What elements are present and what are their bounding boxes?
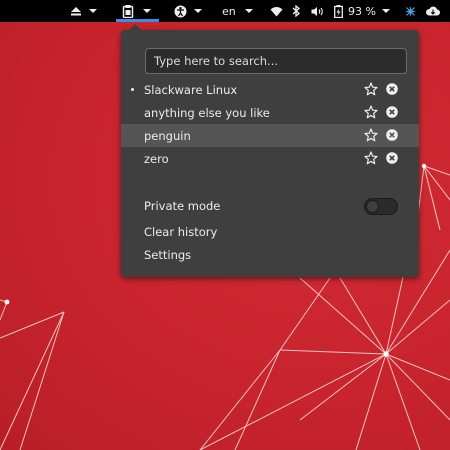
history-item[interactable]: Slackware Linux — [121, 78, 419, 101]
close-icon[interactable] — [386, 106, 398, 118]
clipboard-icon — [122, 4, 134, 18]
history-item[interactable]: penguin — [121, 124, 419, 147]
settings-item[interactable]: Settings — [144, 248, 191, 262]
history-item-label: Slackware Linux — [144, 83, 238, 97]
battery-icon — [334, 4, 343, 18]
history-item[interactable]: zero — [121, 147, 419, 170]
chevron-down-icon — [143, 9, 151, 13]
history-item-label: anything else you like — [144, 106, 270, 120]
language-menu[interactable]: en — [222, 0, 254, 22]
clipboard-menu[interactable] — [122, 0, 152, 22]
close-icon[interactable] — [386, 83, 398, 95]
star-icon[interactable] — [364, 82, 378, 96]
power-menu[interactable] — [425, 0, 441, 22]
eject-icon — [71, 7, 81, 16]
history-item[interactable]: anything else you like — [121, 101, 419, 124]
bluetooth-icon — [292, 5, 300, 17]
eject-menu[interactable] — [70, 0, 98, 22]
close-icon[interactable] — [386, 152, 398, 164]
volume-icon — [311, 6, 323, 16]
history-item-label: penguin — [144, 129, 191, 143]
clear-history-item[interactable]: Clear history — [144, 225, 217, 239]
history-item-label: zero — [144, 152, 169, 166]
wifi-icon — [270, 6, 283, 16]
chevron-down-icon — [89, 9, 97, 13]
chevron-down-icon — [381, 9, 390, 13]
volume-status[interactable] — [311, 0, 324, 22]
toggle-knob — [366, 200, 379, 213]
chevron-down-icon — [194, 9, 202, 13]
current-item-indicator — [131, 88, 134, 91]
close-icon[interactable] — [386, 129, 398, 141]
search-input[interactable] — [145, 48, 407, 74]
private-mode-toggle[interactable] — [364, 198, 398, 215]
battery-percent: 93 % — [348, 4, 376, 18]
battery-status[interactable]: 93 % — [334, 0, 391, 22]
clipboard-popup: Slackware Linux anything else you like p… — [121, 30, 419, 277]
bluetooth-status[interactable] — [292, 0, 300, 22]
chevron-down-icon — [244, 9, 253, 13]
private-mode-label: Private mode — [144, 199, 221, 213]
shutdown-icon — [425, 6, 440, 16]
top-panel: en 93 % — [0, 0, 450, 22]
star-icon[interactable] — [364, 151, 378, 165]
accessibility-menu[interactable] — [174, 0, 203, 22]
wifi-status[interactable] — [270, 0, 283, 22]
language-label: en — [222, 4, 236, 18]
star-icon[interactable] — [364, 128, 378, 142]
accessibility-icon — [174, 5, 187, 17]
network-app-indicator[interactable] — [404, 0, 417, 22]
star-icon[interactable] — [364, 105, 378, 119]
network-app-icon — [405, 5, 416, 17]
